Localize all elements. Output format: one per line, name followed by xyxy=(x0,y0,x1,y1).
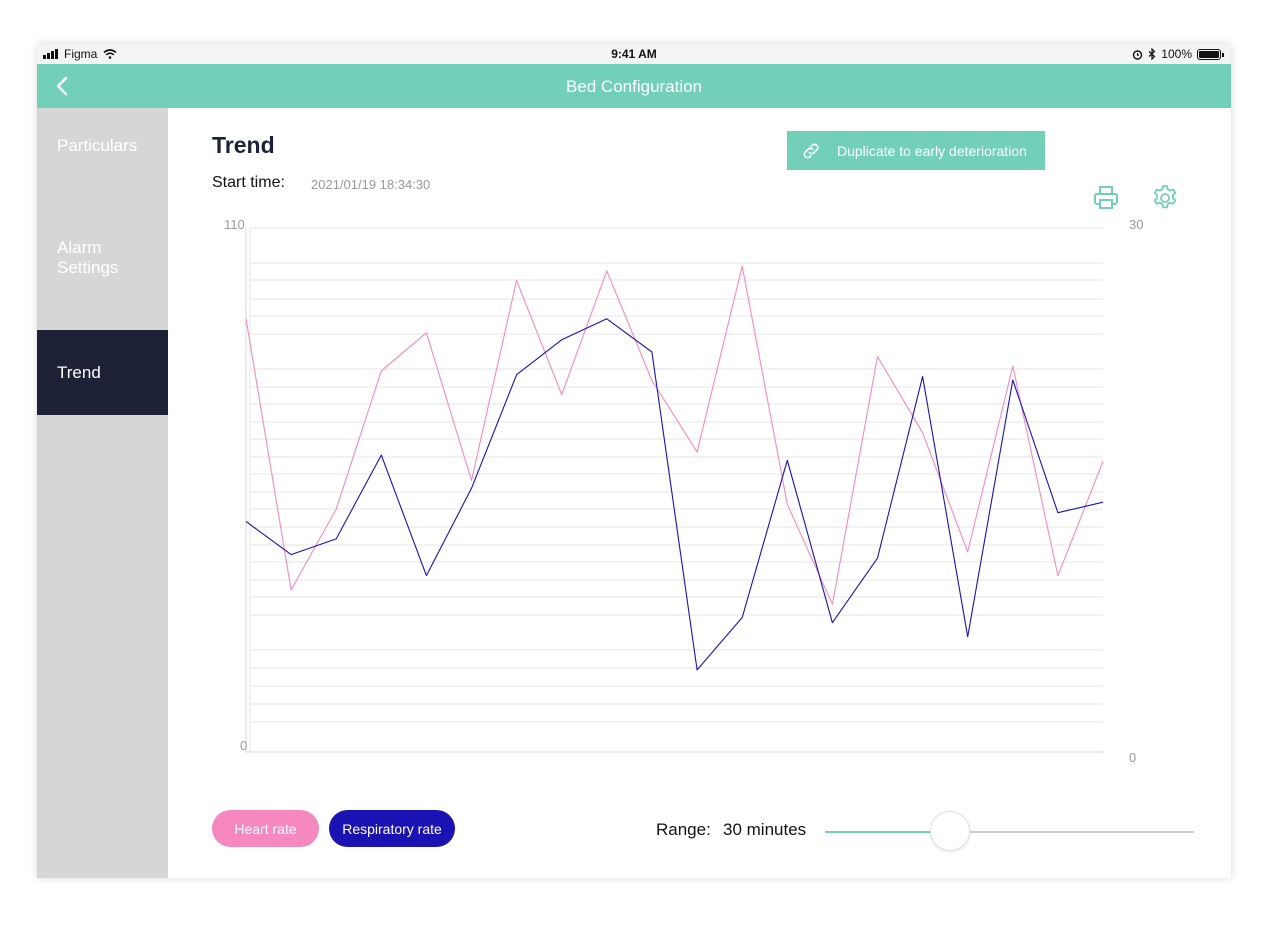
start-time-label: Start time: xyxy=(212,174,285,191)
legend-respiratory-rate[interactable]: Respiratory rate xyxy=(329,810,455,847)
respiratory-rate-line xyxy=(245,318,1104,671)
sidebar-item-label: Particulars xyxy=(57,136,138,155)
link-icon xyxy=(803,143,819,158)
range-value: 30 minutes xyxy=(723,820,807,839)
sidebar-item-label: Trend xyxy=(57,363,101,382)
sidebar-item-particulars[interactable]: Particulars xyxy=(37,136,168,156)
right-axis-min-label: 0 xyxy=(1129,750,1137,765)
trend-plot xyxy=(245,227,1104,753)
status-bar: Figma 9:41 AM 100% xyxy=(37,44,1231,64)
sidebar-item-alarm-settings[interactable]: Alarm Settings xyxy=(37,218,168,278)
battery-percent: 100% xyxy=(1161,47,1192,61)
gear-icon[interactable] xyxy=(1151,184,1179,212)
page-title: Bed Configuration xyxy=(565,77,703,96)
alarm-icon xyxy=(1133,49,1143,60)
sidebar: Particulars Alarm Settings Trend xyxy=(37,108,168,878)
main-panel: Trend Start time: 2021/01/19 18:34:30 Du… xyxy=(168,108,1231,878)
trend-chart: 110 0 30 0 xyxy=(208,212,1168,772)
sidebar-item-label: Alarm Settings xyxy=(57,238,119,277)
duplicate-button[interactable]: Duplicate to early deterioration xyxy=(787,131,1045,170)
start-time-value: 2021/01/19 18:34:30 xyxy=(311,177,431,192)
range-slider[interactable] xyxy=(825,811,1194,851)
grid xyxy=(245,227,1103,753)
tablet-screen: Figma 9:41 AM 100% Bed Configuration Par… xyxy=(37,44,1231,878)
series xyxy=(245,265,1104,671)
duplicate-button-label: Duplicate to early deterioration xyxy=(837,142,1027,159)
app-header: Bed Configuration xyxy=(37,64,1231,108)
heart-rate-line xyxy=(245,265,1104,605)
status-right: 100% xyxy=(1132,47,1224,61)
section-title: Trend xyxy=(212,132,275,158)
left-axis-max-label: 110 xyxy=(224,217,245,232)
right-axis-max-label: 30 xyxy=(1129,217,1144,232)
range-label: Range: xyxy=(656,820,711,839)
bluetooth-icon xyxy=(1148,48,1156,60)
sidebar-item-trend[interactable]: Trend xyxy=(37,330,168,415)
legend-heart-rate[interactable]: Heart rate xyxy=(212,810,319,847)
print-icon[interactable] xyxy=(1092,184,1120,212)
battery-icon xyxy=(1197,48,1224,60)
left-axis-min-label: 0 xyxy=(240,738,248,753)
legend-label: Heart rate xyxy=(234,820,297,837)
slider-thumb[interactable] xyxy=(930,811,971,851)
status-time: 9:41 AM xyxy=(611,47,657,61)
legend-label: Respiratory rate xyxy=(342,820,442,837)
